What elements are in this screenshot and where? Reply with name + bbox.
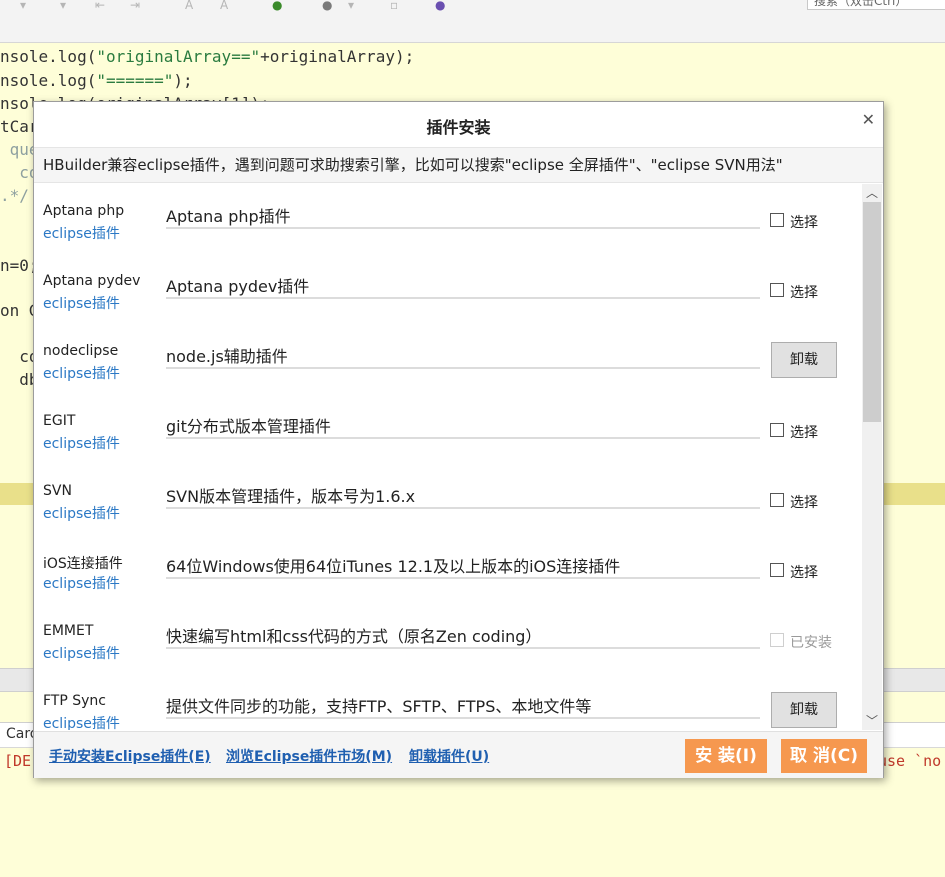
browse-market-link[interactable]: 浏览Eclipse插件市场(M): [226, 746, 392, 766]
uninstall-button[interactable]: 卸载: [771, 692, 837, 728]
installed-checkbox: [770, 633, 784, 647]
uninstall-plugin-link[interactable]: 卸载插件(U): [409, 746, 489, 766]
select-label[interactable]: 选择: [790, 282, 818, 302]
plugin-type-link[interactable]: eclipse插件: [43, 643, 120, 663]
list-item: FTP Sync eclipse插件 提供文件同步的功能，支持FTP、SFTP、…: [34, 674, 862, 730]
select-checkbox[interactable]: [770, 423, 784, 437]
manual-install-link[interactable]: 手动安装Eclipse插件(E): [49, 746, 211, 766]
list-item: EGIT eclipse插件 git分布式版本管理插件 选择: [34, 394, 862, 464]
install-button[interactable]: 安 装(I): [685, 739, 767, 773]
plugin-install-dialog: 插件安装 ✕ HBuilder兼容eclipse插件，遇到问题可求助搜索引擎，比…: [33, 101, 884, 778]
plugin-type-link[interactable]: eclipse插件: [43, 363, 120, 383]
toolbar-icon[interactable]: ⇤: [95, 0, 105, 11]
ide-toolbar: ▾ ▾ ⇤ ⇥ A A ● ● ▾ ▫ ● 搜索（双击Ctrl）: [0, 0, 945, 43]
list-item: SVN eclipse插件 SVN版本管理插件，版本号为1.6.x 选择: [34, 464, 862, 534]
list-item: Aptana pydev eclipse插件 Aptana pydev插件 选择: [34, 254, 862, 324]
plugin-description: SVN版本管理插件，版本号为1.6.x: [166, 487, 416, 506]
plugin-type-link[interactable]: eclipse插件: [43, 573, 120, 593]
font-icon[interactable]: A: [220, 0, 228, 11]
plugin-icon[interactable]: ●: [435, 0, 445, 11]
select-label[interactable]: 选择: [790, 492, 818, 512]
plugin-type-link[interactable]: eclipse插件: [43, 293, 120, 313]
toolbar-icon[interactable]: ▫: [390, 0, 398, 11]
debug-icon[interactable]: ●: [322, 0, 332, 11]
plugin-name: EMMET: [43, 623, 94, 639]
divider: [166, 507, 760, 509]
divider: [166, 437, 760, 439]
code-line: nsole.log("======");: [0, 71, 193, 90]
list-item: iOS连接插件 eclipse插件 64位Windows使用64位iTunes …: [34, 534, 862, 604]
divider: [166, 577, 760, 579]
console-output: use `no: [878, 752, 942, 770]
console-output: [DE: [4, 752, 32, 770]
plugin-type-link[interactable]: eclipse插件: [43, 503, 120, 523]
select-label[interactable]: 选择: [790, 422, 818, 442]
toolbar-icon[interactable]: ▾: [60, 0, 66, 11]
divider: [166, 297, 760, 299]
plugin-name: iOS连接插件: [43, 556, 123, 572]
code-line: nsole.log("originalArray=="+originalArra…: [0, 47, 415, 66]
uninstall-button[interactable]: 卸载: [771, 342, 837, 378]
select-checkbox[interactable]: [770, 493, 784, 507]
plugin-name: SVN: [43, 483, 72, 499]
installed-label: 已安装: [790, 635, 832, 651]
select-checkbox[interactable]: [770, 563, 784, 577]
plugin-type-link[interactable]: eclipse插件: [43, 223, 120, 243]
list-item: nodeclipse eclipse插件 node.js辅助插件 卸载: [34, 324, 862, 394]
divider: [166, 367, 760, 369]
code-line: .*/: [0, 186, 29, 205]
toolbar-icon[interactable]: ▾: [20, 0, 26, 11]
chevron-up-icon[interactable]: ︿: [862, 184, 882, 202]
toolbar-icon[interactable]: ⇥: [130, 0, 140, 11]
list-scrollbar[interactable]: ︿ ﹀: [862, 184, 882, 730]
run-icon[interactable]: ●: [272, 0, 282, 11]
cancel-button[interactable]: 取 消(C): [781, 739, 867, 773]
select-checkbox[interactable]: [770, 283, 784, 297]
list-item: Aptana php eclipse插件 Aptana php插件 选择: [34, 184, 862, 254]
plugin-description: node.js辅助插件: [166, 347, 288, 366]
divider: [166, 717, 760, 719]
plugin-name: EGIT: [43, 413, 76, 429]
dialog-hint: HBuilder兼容eclipse插件，遇到问题可求助搜索引擎，比如可以搜索"e…: [34, 147, 883, 183]
plugin-name: Aptana pydev: [43, 273, 141, 289]
plugin-name: FTP Sync: [43, 693, 106, 709]
list-item: EMMET eclipse插件 快速编写html和css代码的方式（原名Zen …: [34, 604, 862, 674]
plugin-type-link[interactable]: eclipse插件: [43, 713, 120, 730]
plugin-description: Aptana pydev插件: [166, 277, 310, 296]
plugin-name: Aptana php: [43, 203, 125, 219]
plugin-list: Aptana php eclipse插件 Aptana php插件 选择 Apt…: [34, 184, 862, 730]
divider: [166, 647, 760, 649]
dialog-footer: 手动安装Eclipse插件(E) 浏览Eclipse插件市场(M) 卸载插件(U…: [34, 731, 883, 778]
select-label[interactable]: 选择: [790, 562, 818, 582]
chevron-down-icon[interactable]: ﹀: [862, 712, 882, 730]
scrollbar-thumb[interactable]: [863, 202, 881, 422]
chevron-down-icon[interactable]: ▾: [348, 0, 354, 11]
close-icon[interactable]: ✕: [862, 110, 875, 129]
plugin-description: 64位Windows使用64位iTunes 12.1及以上版本的iOS连接插件: [166, 557, 621, 576]
divider: [166, 227, 760, 229]
plugin-description: 快速编写html和css代码的方式（原名Zen coding）: [166, 627, 542, 646]
dialog-title: 插件安装: [426, 118, 491, 137]
plugin-description: Aptana php插件: [166, 207, 291, 226]
search-input[interactable]: 搜索（双击Ctrl）: [807, 0, 945, 10]
plugin-description: git分布式版本管理插件: [166, 417, 331, 436]
plugin-name: nodeclipse: [43, 343, 119, 359]
plugin-type-link[interactable]: eclipse插件: [43, 433, 120, 453]
plugin-description: 提供文件同步的功能，支持FTP、SFTP、FTPS、本地文件等: [166, 697, 592, 716]
select-label[interactable]: 选择: [790, 212, 818, 232]
select-checkbox[interactable]: [770, 213, 784, 227]
font-icon[interactable]: A: [185, 0, 193, 11]
